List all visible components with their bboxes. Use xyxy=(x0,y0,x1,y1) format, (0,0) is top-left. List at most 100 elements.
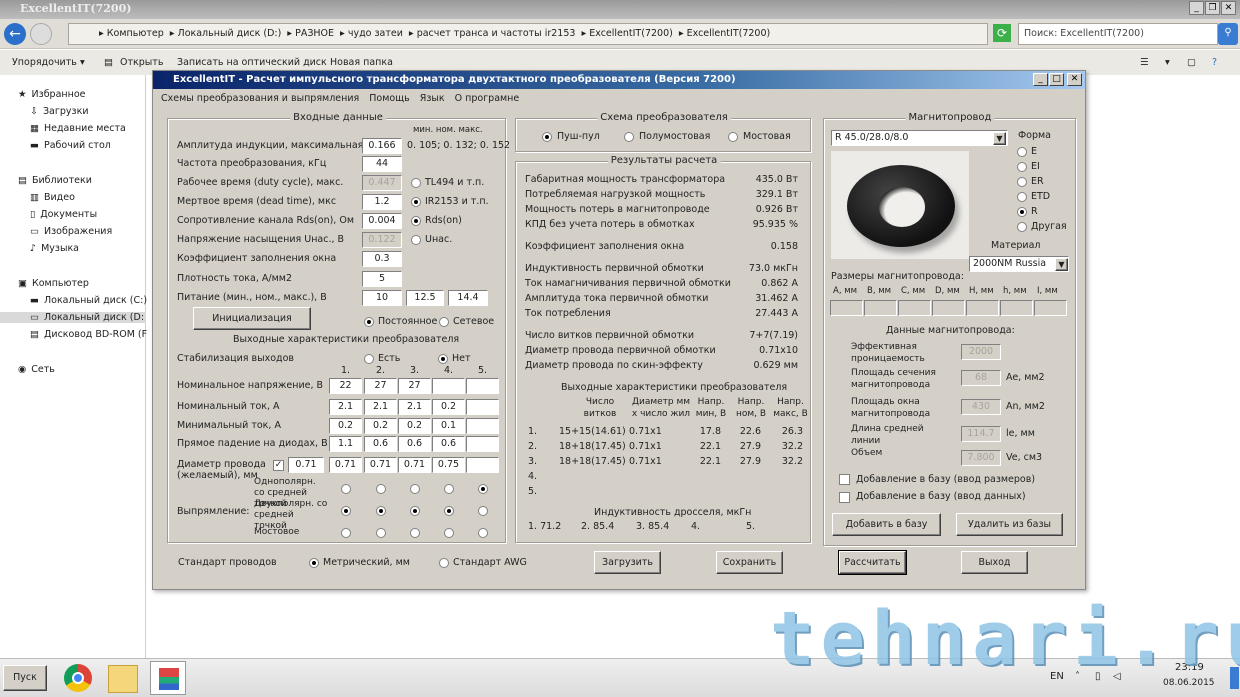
input-field[interactable]: 10 xyxy=(362,290,402,306)
wire-default-field[interactable]: 0.71 xyxy=(288,457,324,473)
sidebar-item[interactable]: ▬ Рабочий стол xyxy=(30,140,111,151)
init-button[interactable]: Инициализация xyxy=(193,307,311,330)
dim-field[interactable] xyxy=(1034,300,1067,316)
output-field[interactable] xyxy=(466,457,499,473)
output-field[interactable]: 27 xyxy=(364,378,397,394)
explorer-icon[interactable] xyxy=(108,665,138,693)
rect-radio[interactable] xyxy=(478,484,488,494)
chevron-right-icon[interactable]: ▸ xyxy=(99,28,107,39)
add-to-db-button[interactable]: Добавить в базу xyxy=(832,513,941,536)
minimize-button[interactable]: _ xyxy=(1033,73,1048,86)
sidebar-item[interactable]: ⇩ Загрузки xyxy=(30,106,89,117)
shape-radio[interactable] xyxy=(1017,192,1027,202)
rect-radio[interactable] xyxy=(410,528,420,538)
radio-stab-yes[interactable] xyxy=(364,354,374,364)
rect-radio[interactable] xyxy=(341,484,351,494)
output-field[interactable]: 0.75 xyxy=(432,457,465,473)
scheme-radio[interactable] xyxy=(728,132,738,142)
add-data-checkbox[interactable] xyxy=(839,492,850,503)
input-field[interactable]: 0.166 xyxy=(362,138,402,154)
add-dims-checkbox[interactable] xyxy=(839,474,850,485)
rect-radio[interactable] xyxy=(376,528,386,538)
sidebar-item[interactable]: ▦ Недавние места xyxy=(30,123,126,134)
radio-dc[interactable] xyxy=(364,317,374,327)
rect-radio[interactable] xyxy=(341,528,351,538)
chevron-down-icon[interactable]: ▼ xyxy=(1055,258,1068,271)
rect-radio[interactable] xyxy=(376,484,386,494)
restore-button[interactable]: ❐ xyxy=(1205,1,1220,15)
load-button[interactable]: Загрузить xyxy=(594,551,661,574)
shape-radio[interactable] xyxy=(1017,177,1027,187)
sidebar-item[interactable]: ▣ Компьютер xyxy=(18,278,89,289)
menu-item[interactable]: Схемы преобразования и выпрямления xyxy=(161,93,359,104)
start-button[interactable]: Пуск xyxy=(3,665,47,691)
chevron-down-icon[interactable]: ▾ xyxy=(80,57,85,68)
rect-radio[interactable] xyxy=(444,506,454,516)
input-field[interactable]: 0.3 xyxy=(362,251,402,267)
output-field[interactable]: 2.1 xyxy=(329,399,362,415)
sidebar-item[interactable]: ▬ Локальный диск (C:) xyxy=(30,295,147,306)
radio-opt_usat[interactable] xyxy=(411,235,421,245)
rect-radio[interactable] xyxy=(478,506,488,516)
rect-radio[interactable] xyxy=(341,506,351,516)
close-button[interactable]: ✕ xyxy=(1067,73,1082,86)
radio-ac[interactable] xyxy=(439,317,449,327)
sidebar-item[interactable]: ▭ Изображения xyxy=(30,226,112,237)
breadcrumb-item[interactable]: чудо затеи xyxy=(348,28,403,39)
burn-button[interactable]: Записать на оптический диск xyxy=(177,57,327,68)
search-icon[interactable]: ⚲ xyxy=(1218,23,1238,45)
save-button[interactable]: Сохранить xyxy=(716,551,783,574)
output-field[interactable] xyxy=(466,378,499,394)
rect-radio[interactable] xyxy=(376,506,386,516)
sidebar-item[interactable]: ◉ Сеть xyxy=(18,364,55,375)
maximize-button[interactable]: □ xyxy=(1049,73,1064,86)
dim-field[interactable] xyxy=(830,300,863,316)
help-icon[interactable]: ? xyxy=(1212,57,1217,68)
output-field[interactable]: 2.1 xyxy=(364,399,397,415)
chevron-right-icon[interactable]: ▸ xyxy=(409,28,417,39)
output-field[interactable]: 0.2 xyxy=(364,418,397,434)
output-field[interactable]: 22 xyxy=(329,378,362,394)
chevron-right-icon[interactable]: ▸ xyxy=(170,28,178,39)
output-field[interactable] xyxy=(432,378,465,394)
output-field[interactable]: 0.6 xyxy=(432,436,465,452)
organize-button[interactable]: Упорядочить xyxy=(12,57,77,68)
dim-field[interactable] xyxy=(864,300,897,316)
breadcrumb-item[interactable]: расчет транса и частоты ir2153 xyxy=(417,28,576,39)
chevron-right-icon[interactable]: ▸ xyxy=(287,28,295,39)
chevron-down-icon[interactable]: ▾ xyxy=(1165,57,1170,68)
output-field[interactable]: 0.6 xyxy=(398,436,431,452)
output-field[interactable]: 0.2 xyxy=(329,418,362,434)
menu-item[interactable]: Помощь xyxy=(369,93,409,104)
output-field[interactable]: 0.6 xyxy=(364,436,397,452)
menu-item[interactable]: Язык xyxy=(420,93,445,104)
minimize-button[interactable]: _ xyxy=(1189,1,1204,15)
output-field[interactable]: 0.71 xyxy=(329,457,362,473)
output-field[interactable]: 1.1 xyxy=(329,436,362,452)
rect-radio[interactable] xyxy=(444,484,454,494)
radio-opt_ir2153[interactable] xyxy=(411,197,421,207)
dim-field[interactable] xyxy=(898,300,931,316)
core-select[interactable]: R 45.0/28.0/8.0 xyxy=(831,130,1008,146)
output-field[interactable]: 0.71 xyxy=(364,457,397,473)
delete-from-db-button[interactable]: Удалить из базы xyxy=(956,513,1063,536)
shape-radio[interactable] xyxy=(1017,147,1027,157)
sidebar-item[interactable]: ♪ Музыка xyxy=(30,243,79,254)
rect-radio[interactable] xyxy=(478,528,488,538)
input-field[interactable]: 1.2 xyxy=(362,194,402,210)
calculate-button[interactable]: Рассчитать xyxy=(838,550,907,575)
open-button[interactable]: Открыть xyxy=(120,57,163,68)
radio-opt_rds[interactable] xyxy=(411,216,421,226)
view-icon[interactable]: ☰ xyxy=(1140,57,1149,68)
chrome-icon[interactable] xyxy=(64,664,92,692)
sidebar-item[interactable]: ▥ Видео xyxy=(30,192,75,203)
sidebar-item[interactable]: ▭ Локальный диск (D: xyxy=(0,312,146,323)
wire-checkbox[interactable]: ✓ xyxy=(273,460,284,471)
menu-item[interactable]: О програмне xyxy=(455,93,520,104)
material-select[interactable]: 2000NM Russia xyxy=(969,256,1069,272)
search-input[interactable]: Поиск: ExcellentIT(7200) xyxy=(1018,23,1218,45)
breadcrumb-item[interactable]: ExcellentIT(7200) xyxy=(589,28,673,39)
output-field[interactable] xyxy=(466,399,499,415)
scheme-radio[interactable] xyxy=(542,132,552,142)
shape-radio[interactable] xyxy=(1017,207,1027,217)
